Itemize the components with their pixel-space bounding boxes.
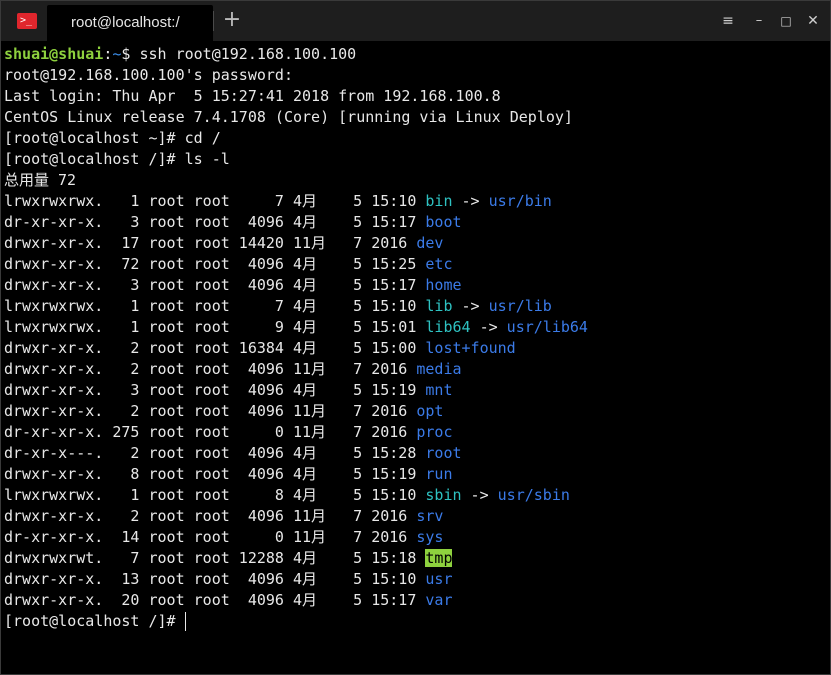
listing-row: lrwxrwxrwx. 1 root root 7 4月 5 15:10 lib…: [4, 296, 828, 317]
terminal-line: 总用量 72: [4, 171, 77, 189]
link-target: usr/bin: [488, 192, 552, 210]
tab-root-localhost[interactable]: root@localhost:/: [47, 5, 213, 41]
link-arrow: ->: [461, 486, 498, 504]
terminal-line: Last login: Thu Apr 5 15:27:41 2018 from…: [4, 87, 501, 105]
listing-meta: drwxr-xr-x. 2 root root 4096 11月 7 2016: [4, 507, 417, 525]
link-target: usr/lib: [488, 297, 552, 315]
ssh-command: $ ssh root@192.168.100.100: [121, 45, 357, 63]
listing-name: bin: [425, 192, 453, 210]
listing-name: home: [425, 276, 462, 294]
listing-meta: lrwxrwxrwx. 1 root root 7 4月 5 15:10: [4, 297, 426, 315]
listing-meta: dr-xr-xr-x. 3 root root 4096 4月 5 15:17: [4, 213, 426, 231]
listing-meta: drwxrwxrwt. 7 root root 12288 4月 5 15:18: [4, 549, 426, 567]
listing-row: drwxr-xr-x. 3 root root 4096 4月 5 15:19 …: [4, 380, 828, 401]
tab-divider: [213, 11, 214, 31]
listing-row: drwxr-xr-x. 3 root root 4096 4月 5 15:17 …: [4, 275, 828, 296]
listing-row: lrwxrwxrwx. 1 root root 9 4月 5 15:01 lib…: [4, 317, 828, 338]
link-target: usr/lib64: [506, 318, 588, 336]
listing-name-sticky: tmp: [425, 549, 453, 567]
listing-name: opt: [416, 402, 444, 420]
terminal-line: root@192.168.100.100's password:: [4, 66, 293, 84]
terminal-app-icon: >_: [17, 13, 37, 29]
terminal-line: shuai@shuai:~$ ssh root@192.168.100.100: [4, 44, 828, 65]
listing-name: lost+found: [425, 339, 516, 357]
listing-row: dr-xr-xr-x. 3 root root 4096 4月 5 15:17 …: [4, 212, 828, 233]
listing-name: boot: [425, 213, 462, 231]
listing-meta: drwxr-xr-x. 2 root root 4096 11月 7 2016: [4, 360, 417, 378]
listing-name: mnt: [425, 381, 453, 399]
terminal-line: CentOS Linux release 7.4.1708 (Core) [ru…: [4, 108, 573, 126]
listing-name: sys: [416, 528, 444, 546]
terminal-line: [root@localhost /]# ls -l: [4, 150, 230, 168]
listing-name: root: [425, 444, 462, 462]
listing-name: dev: [416, 234, 444, 252]
tab-title: root@localhost:/: [71, 14, 180, 31]
listing-row: drwxr-xr-x. 2 root root 4096 11月 7 2016 …: [4, 359, 828, 380]
listing-row: drwxr-xr-x. 72 root root 4096 4月 5 15:25…: [4, 254, 828, 275]
prompt-text: [root@localhost /]#: [4, 612, 185, 630]
terminal-output[interactable]: shuai@shuai:~$ ssh root@192.168.100.100 …: [4, 44, 828, 672]
listing-meta: drwxr-xr-x. 17 root root 14420 11月 7 201…: [4, 234, 417, 252]
listing-name: srv: [416, 507, 444, 525]
listing-meta: dr-xr-xr-x. 275 root root 0 11月 7 2016: [4, 423, 417, 441]
listing-row: drwxr-xr-x. 17 root root 14420 11月 7 201…: [4, 233, 828, 254]
maximize-icon[interactable]: □: [777, 13, 795, 29]
minimize-icon[interactable]: –: [750, 13, 768, 29]
listing-name: usr: [425, 570, 453, 588]
listing-row: dr-xr-x---. 2 root root 4096 4月 5 15:28 …: [4, 443, 828, 464]
listing-row: drwxr-xr-x. 20 root root 4096 4月 5 15:17…: [4, 590, 828, 611]
listing-name: proc: [416, 423, 453, 441]
listing-meta: dr-xr-xr-x. 14 root root 0 11月 7 2016: [4, 528, 417, 546]
terminal-window: >_ root@localhost:/ + ≡ – □ ✕ shuai@shua…: [0, 0, 831, 675]
link-arrow: ->: [452, 297, 489, 315]
listing-meta: drwxr-xr-x. 3 root root 4096 4月 5 15:19: [4, 381, 426, 399]
listing-name: lib64: [425, 318, 471, 336]
listing-meta: drwxr-xr-x. 3 root root 4096 4月 5 15:17: [4, 276, 426, 294]
listing-name: var: [425, 591, 453, 609]
link-arrow: ->: [470, 318, 507, 336]
terminal-line: [root@localhost ~]# cd /: [4, 129, 221, 147]
listing-name: lib: [425, 297, 453, 315]
listing-row: dr-xr-xr-x. 275 root root 0 11月 7 2016 p…: [4, 422, 828, 443]
menu-icon[interactable]: ≡: [719, 13, 737, 29]
user-host: shuai@shuai: [4, 45, 104, 63]
link-target: usr/sbin: [497, 486, 570, 504]
listing-meta: drwxr-xr-x. 2 root root 4096 11月 7 2016: [4, 402, 417, 420]
listing-meta: lrwxrwxrwx. 1 root root 7 4月 5 15:10: [4, 192, 426, 210]
listing-meta: drwxr-xr-x. 20 root root 4096 4月 5 15:17: [4, 591, 426, 609]
listing-row: drwxr-xr-x. 2 root root 16384 4月 5 15:00…: [4, 338, 828, 359]
command-prompt[interactable]: [root@localhost /]#: [4, 611, 828, 632]
listing-row: lrwxrwxrwx. 1 root root 7 4月 5 15:10 bin…: [4, 191, 828, 212]
new-tab-plus-icon[interactable]: +: [221, 9, 243, 31]
title-bar: >_ root@localhost:/ + ≡ – □ ✕: [1, 1, 830, 41]
close-icon[interactable]: ✕: [804, 13, 822, 29]
listing-meta: drwxr-xr-x. 2 root root 16384 4月 5 15:00: [4, 339, 426, 357]
listing-name: etc: [425, 255, 453, 273]
listing-row: drwxr-xr-x. 8 root root 4096 4月 5 15:19 …: [4, 464, 828, 485]
listing-row: lrwxrwxrwx. 1 root root 8 4月 5 15:10 sbi…: [4, 485, 828, 506]
listing-meta: drwxr-xr-x. 72 root root 4096 4月 5 15:25: [4, 255, 426, 273]
listing-meta: lrwxrwxrwx. 1 root root 9 4月 5 15:01: [4, 318, 426, 336]
listing-row: drwxr-xr-x. 2 root root 4096 11月 7 2016 …: [4, 506, 828, 527]
listing-row: drwxr-xr-x. 13 root root 4096 4月 5 15:10…: [4, 569, 828, 590]
listing-name: media: [416, 360, 462, 378]
listing-name: sbin: [425, 486, 462, 504]
listing-name: run: [425, 465, 453, 483]
listing-row: dr-xr-xr-x. 14 root root 0 11月 7 2016 sy…: [4, 527, 828, 548]
listing-meta: dr-xr-x---. 2 root root 4096 4月 5 15:28: [4, 444, 426, 462]
listing-meta: drwxr-xr-x. 13 root root 4096 4月 5 15:10: [4, 570, 426, 588]
listing-row: drwxr-xr-x. 2 root root 4096 11月 7 2016 …: [4, 401, 828, 422]
listing-meta: drwxr-xr-x. 8 root root 4096 4月 5 15:19: [4, 465, 426, 483]
listing-row: drwxrwxrwt. 7 root root 12288 4月 5 15:18…: [4, 548, 828, 569]
listing-meta: lrwxrwxrwx. 1 root root 8 4月 5 15:10: [4, 486, 426, 504]
text-cursor: [184, 612, 186, 631]
link-arrow: ->: [452, 192, 489, 210]
